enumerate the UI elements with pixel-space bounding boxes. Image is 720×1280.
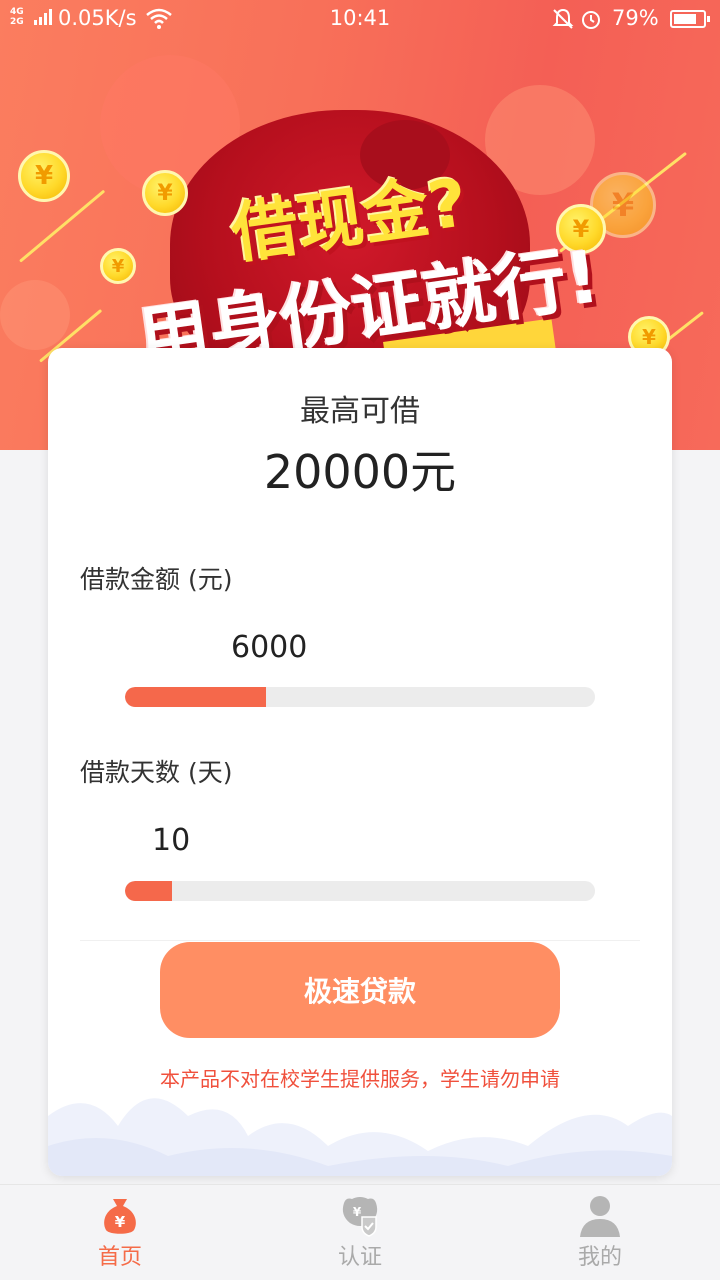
quick-loan-button[interactable]: 极速贷款 (160, 942, 560, 1038)
loan-days-slider-fill[interactable] (125, 881, 172, 901)
alarm-icon (582, 11, 600, 29)
loan-days-label: 借款天数 (天) (80, 758, 233, 787)
tab-home[interactable]: ¥ 首页 (0, 1185, 240, 1280)
battery-percentage: 79% (612, 6, 659, 30)
loan-card: 最高可借 20000元 借款金额 (元) 6000 借款天数 (天) 10 极速… (48, 348, 672, 1176)
loan-amount-label: 借款金额 (元) (80, 565, 233, 594)
student-disclaimer: 本产品不对在校学生提供服务，学生请勿申请 (160, 1067, 560, 1091)
coin-icon: ¥ (100, 248, 136, 284)
battery-icon (670, 10, 710, 28)
user-profile-icon (580, 1196, 620, 1237)
divider (80, 940, 640, 941)
bottom-tab-bar: ¥ 首页 ¥ 认证 我的 (0, 1184, 720, 1280)
max-loan-label: 最高可借 (300, 394, 420, 429)
max-loan-amount: 20000元 (263, 445, 457, 499)
loan-days-value: 10 (152, 823, 191, 858)
loan-amount-value: 6000 (231, 630, 308, 665)
svg-text:¥: ¥ (115, 1213, 126, 1231)
tab-verify-label: 认证 (337, 1245, 382, 1270)
loan-amount-slider[interactable] (125, 687, 595, 707)
banner-bubble (0, 280, 70, 350)
status-bar: 4G 2G 0.05K/s 10:41 79% (0, 0, 720, 38)
loan-amount-slider-fill[interactable] (125, 687, 266, 707)
verify-shield-icon: ¥ (342, 1197, 378, 1237)
mute-icon (552, 8, 574, 29)
tab-profile[interactable]: 我的 (480, 1185, 720, 1280)
banner-streak (19, 189, 106, 263)
money-bag-icon: ¥ (104, 1199, 136, 1234)
tab-home-label: 首页 (97, 1245, 142, 1270)
coin-icon: ¥ (142, 170, 188, 216)
svg-text:¥: ¥ (353, 1205, 362, 1219)
tab-verify[interactable]: ¥ 认证 (240, 1185, 480, 1280)
tab-profile-label: 我的 (577, 1245, 622, 1270)
loan-days-slider[interactable] (125, 881, 595, 901)
coin-icon: ¥ (18, 150, 70, 202)
battery-level (674, 14, 696, 24)
